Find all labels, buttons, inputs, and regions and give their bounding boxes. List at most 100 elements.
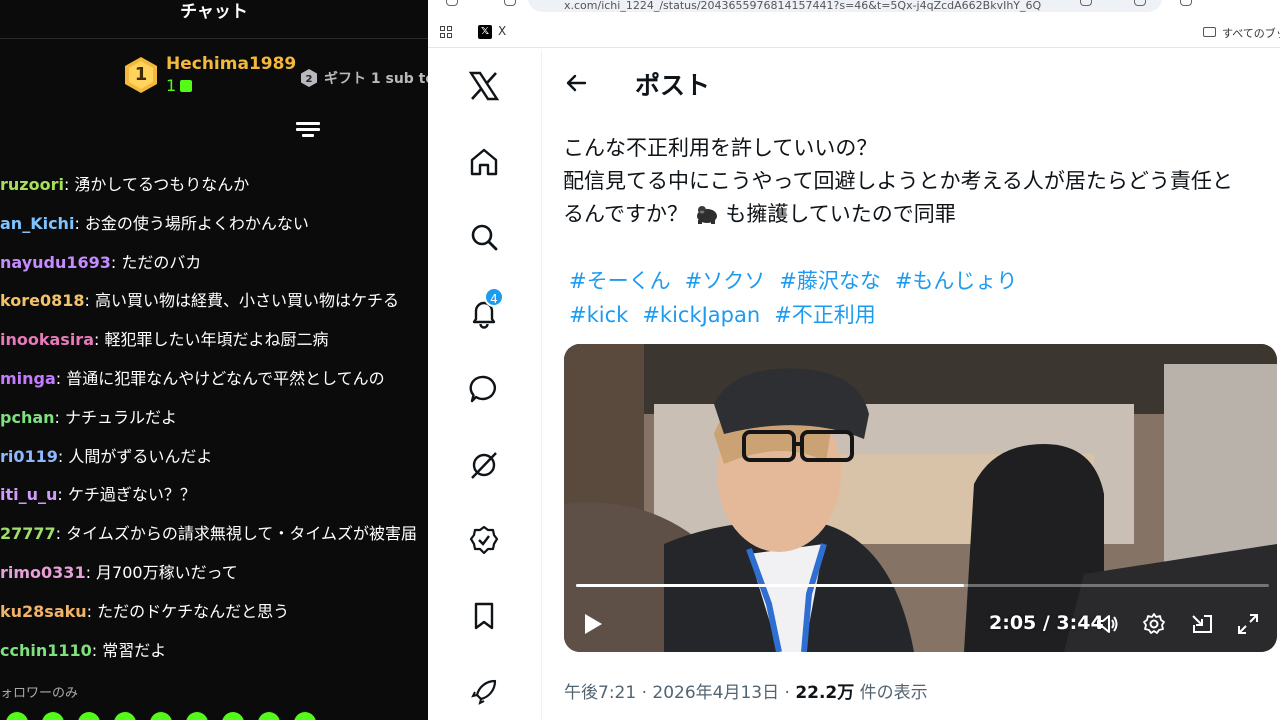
hashtag-link[interactable]: #藤沢なな [779,269,881,293]
home-icon[interactable] [468,146,500,178]
chat-username[interactable]: rimo0331 [0,563,86,582]
second-gifter-text: ギフト 1 sub to [324,71,428,87]
chat-message: ku28saku: ただのドケチなんだと思う [0,593,428,632]
apps-grid-icon[interactable] [440,26,452,38]
chat-text: : 高い買い物は経費、小さい買い物はケチる [84,291,399,311]
back-arrow-icon[interactable] [563,70,589,96]
chat-message: ri0119: 人間がずるいんだよ [0,438,428,477]
followers-only-note: ォロワーのみ [0,686,79,701]
bookmarks-icon[interactable] [468,600,500,632]
reload-icon[interactable] [504,0,516,6]
chat-message-list: ricot_cotton: なら余計に悪質 ruzoori: 湧かしてるつもりなん… [0,135,428,670]
chat-message: kore0818: 高い買い物は経費、小さい買い物はケチる [0,282,428,321]
folder-icon[interactable] [1203,27,1216,37]
chat-text: : ケチ過ぎない？？ [57,485,196,505]
chat-text: : ただのドケチなんだと思う [86,601,290,621]
chat-text: : ナチュラルだよ [54,407,177,427]
top-gifter[interactable]: 1 Hechima1989 1 [122,54,296,95]
video-player[interactable]: 2:05 / 3:44 [564,344,1277,652]
chat-text: : お金の使う場所よくわかんない [74,213,309,233]
view-count-suffix: 件の表示 [854,683,928,703]
star-icon[interactable] [1134,0,1146,6]
chat-username[interactable]: inookasira [0,330,94,349]
hashtag-link[interactable]: #kickJapan [642,303,760,327]
chat-username[interactable]: an_Kichi [0,214,74,233]
all-bookmarks-label[interactable]: すべてのブックマ [1222,25,1280,41]
chat-username[interactable]: nayudu1693 [0,253,111,272]
back-nav-icon[interactable] [446,0,458,6]
chat-username[interactable]: ri0119 [0,447,58,466]
bookmark-x-label[interactable]: X [498,24,506,38]
chat-message: ricot_cotton: なら余計に悪質 [0,135,428,154]
x-favicon-icon[interactable]: 𝕏 [478,25,492,39]
chat-message: inookasira: 軽犯罪したい年頃だよね厨二病 [0,321,428,360]
emote-bar[interactable] [6,712,316,720]
chat-text: : 軽犯罪したい年頃だよね厨二病 [94,330,329,350]
hashtag-link[interactable]: #もんじょり [895,269,1018,293]
chat-message: pchan: ナチュラルだよ [0,399,428,438]
chat-message: 27777: タイムズからの請求無視して・タイムズが被害届 [0,515,428,554]
rank-1-badge-icon: 1 [122,56,160,94]
settings-gear-icon[interactable] [1142,612,1166,636]
chat-username[interactable]: pchan [0,408,55,427]
chat-text: : タイムズからの請求無視して・タイムズが被害届 [55,524,418,544]
url-field[interactable]: x.com/ichi_1224_/status/2043655976814157… [528,0,1162,12]
chat-text: : 人間がずるいんだよ [57,446,213,466]
x-logo-icon[interactable] [468,70,500,102]
play-icon[interactable] [582,612,604,636]
rank-number: 1 [134,63,148,85]
hashtag-list: #そーくん #ソクソ #藤沢なな #もんじょり #kick #kickJapan #不正利用 [569,264,1269,332]
chat-text: : 湧かしてるつもりなんか [63,175,250,194]
picture-in-picture-icon[interactable] [1190,612,1214,636]
profile-icon[interactable] [1180,0,1192,6]
gift-icon [180,79,193,92]
chat-username[interactable]: 27777 [0,524,56,543]
view-count: 22.2万 [795,683,855,703]
second-gifter[interactable]: 2 ギフト 1 sub to [300,68,428,88]
extension-icon[interactable] [1080,0,1092,6]
video-progress-track[interactable] [576,584,1269,587]
emote-icon [294,712,316,720]
hashtag-link[interactable]: #そーくん [569,269,671,293]
post-body-text: こんな不正利用を許していいの？ 配信見てる中にこうやって回避しようとか考える人が… [563,132,1273,231]
emote-icon [114,712,136,720]
chat-text: : 月700万稼いだって [85,562,238,582]
messages-icon[interactable] [468,373,500,405]
bookmarks-bar: 𝕏 X すべてのブックマ [428,18,1280,48]
fullscreen-icon[interactable] [1236,612,1260,636]
chat-username[interactable]: iti_u_u [0,485,57,504]
post-timestamp[interactable]: 午後7:21 · 2026年4月13日 · [564,683,795,703]
gift-count-value: 1 [166,76,177,95]
notification-badge: 4 [484,287,504,307]
chat-username[interactable]: cchin1110 [0,641,92,660]
hashtag-link[interactable]: #kick [569,303,628,327]
rocket-icon[interactable] [468,676,500,708]
chat-message: iti_u_u: ケチ過ぎない？？ [0,476,428,515]
volume-icon[interactable] [1095,612,1119,636]
verified-icon[interactable] [468,524,500,556]
emote-icon [6,712,28,720]
chat-text: : 普通に犯罪なんやけどなんで平然としてんの [55,368,385,388]
chat-message: minga: 普通に犯罪なんやけどなんで平然としてんの [0,360,428,399]
emote-icon [150,712,172,720]
chat-message: nayudu1693: ただのバカ [0,244,428,283]
chat-title: チャット [180,2,248,22]
chat-message: ruzoori: 湧かしてるつもりなんか [0,166,428,205]
rank-2-badge-icon: 2 [301,69,317,87]
chat-username[interactable]: kore0818 [0,291,84,310]
chat-username[interactable]: minga [0,369,56,388]
post-meta: 午後7:21 · 2026年4月13日 · 22.2万 件の表示 [564,678,928,703]
post-header: ポスト [543,64,1280,104]
rank-2-number: 2 [306,74,313,85]
search-icon[interactable] [468,221,500,253]
grok-icon[interactable] [468,449,500,481]
post-text-line: るんですか？ も擁護していたので同罪 [563,198,1273,231]
hashtag-link[interactable]: #不正利用 [774,303,876,327]
video-frame [564,344,1277,652]
address-bar-strip: x.com/ichi_1224_/status/2043655976814157… [428,0,1280,14]
hashtag-link[interactable]: #ソクソ [685,269,766,293]
video-progress-fill [576,584,965,587]
chat-username[interactable]: ku28saku [0,602,87,621]
chat-username[interactable]: ruzoori [0,175,64,194]
notifications-icon[interactable]: 4 [468,287,504,329]
